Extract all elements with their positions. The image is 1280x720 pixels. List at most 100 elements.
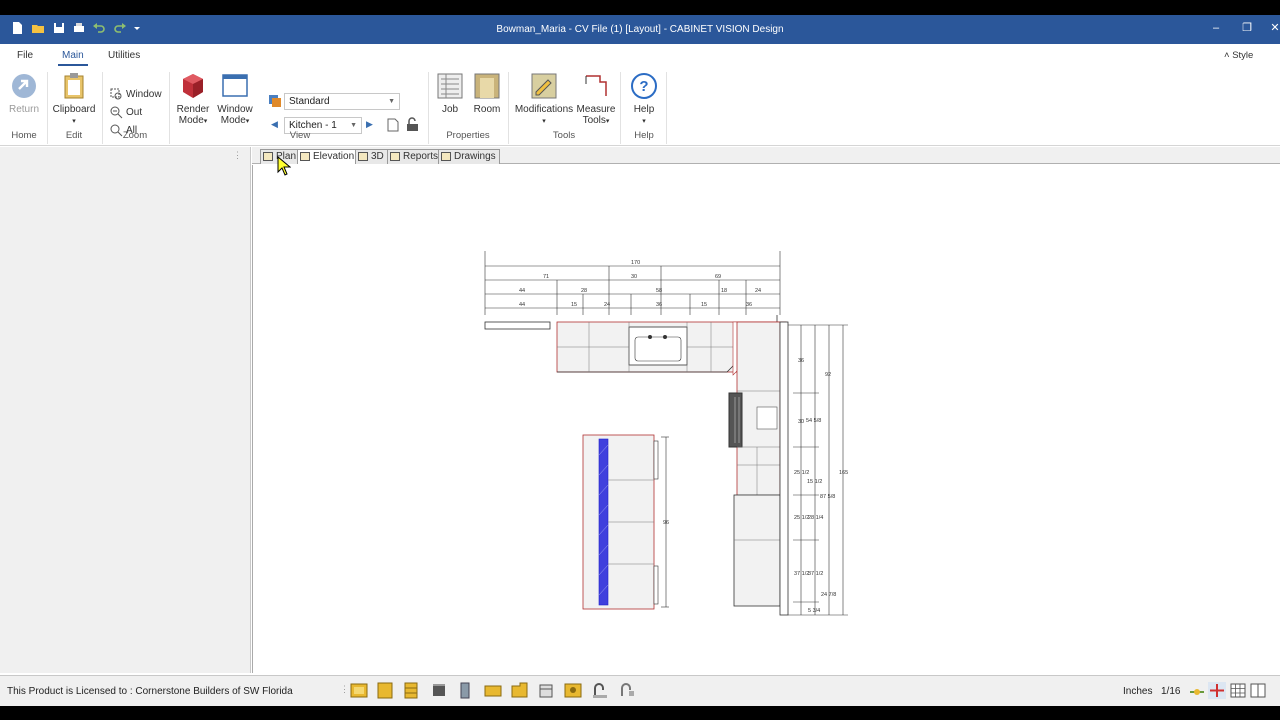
drawings-icon bbox=[441, 152, 451, 161]
chevron-down-icon: ▼ bbox=[350, 122, 357, 129]
window-mode-button[interactable]: Window Mode▾ bbox=[214, 72, 256, 127]
dim-label: 170 bbox=[631, 260, 640, 266]
return-icon bbox=[12, 74, 36, 98]
plan-icon bbox=[263, 152, 273, 161]
dim-label: 44 bbox=[519, 288, 525, 294]
tall-cabinet-icon[interactable] bbox=[402, 682, 420, 699]
sink-base-icon[interactable] bbox=[537, 682, 555, 699]
ribbon-divider bbox=[620, 72, 621, 144]
style-menu[interactable]: ˄ Style bbox=[1224, 50, 1253, 61]
accessory-icon[interactable] bbox=[564, 682, 582, 699]
cube-icon bbox=[358, 152, 368, 161]
dim-label: 87 5/8 bbox=[820, 494, 835, 500]
tab-reports[interactable]: Reports bbox=[387, 149, 443, 164]
previous-room-icon[interactable]: ◀ bbox=[271, 119, 278, 130]
refrigerator-icon[interactable] bbox=[456, 682, 474, 699]
job-label: Job bbox=[441, 104, 459, 115]
toolbar-grip-icon[interactable]: ⋮ bbox=[340, 684, 349, 695]
job-icon bbox=[437, 73, 463, 99]
render-style-select[interactable]: Standard ▼ bbox=[284, 93, 400, 110]
minimize-icon[interactable]: – bbox=[1209, 21, 1223, 35]
island-hatch bbox=[598, 438, 609, 606]
dropdown-arrow-icon: ▾ bbox=[642, 118, 646, 125]
dim-label: 92 bbox=[825, 372, 831, 378]
right-cabinet-run[interactable] bbox=[728, 321, 789, 616]
close-icon[interactable]: ✕ bbox=[1268, 21, 1280, 35]
room-properties-button[interactable]: Room bbox=[470, 72, 504, 115]
tab-reports-label: Reports bbox=[403, 151, 439, 162]
dim-label: 24 7/8 bbox=[821, 592, 836, 598]
lock-icon[interactable] bbox=[406, 117, 419, 132]
dim-label: 15 1/2 bbox=[807, 479, 822, 485]
dim-label: 18 bbox=[721, 288, 727, 294]
snap-icon[interactable] bbox=[1188, 682, 1206, 699]
corner-cabinet-icon[interactable] bbox=[510, 682, 528, 699]
render-cube-icon bbox=[183, 74, 203, 98]
zoom-out-button[interactable]: Out bbox=[110, 106, 142, 120]
drawing-canvas[interactable]: 170 71 30 69 44 28 58 18 24 44 15 24 36 … bbox=[252, 165, 1280, 673]
hardware-icon[interactable] bbox=[619, 682, 637, 699]
base-cabinet-icon[interactable] bbox=[350, 682, 368, 699]
measure-label-1: Measure bbox=[576, 104, 616, 115]
render-mode-label-2: Mode bbox=[178, 115, 204, 126]
next-room-icon[interactable]: ▶ bbox=[366, 119, 373, 130]
dim-label: 28 1/4 bbox=[808, 515, 823, 521]
tab-file[interactable]: File bbox=[17, 50, 33, 61]
dim-label: 37 1/2 bbox=[808, 571, 823, 577]
units-label[interactable]: Inches bbox=[1123, 686, 1152, 697]
tab-utilities[interactable]: Utilities bbox=[108, 50, 140, 61]
wall-cabinet-icon[interactable] bbox=[376, 682, 394, 699]
svg-text:?: ? bbox=[639, 78, 648, 95]
dim-label: 24 bbox=[604, 302, 610, 308]
mouse-cursor-icon bbox=[277, 156, 291, 176]
restore-icon[interactable]: ❐ bbox=[1240, 21, 1254, 35]
render-mode-button[interactable]: Render Mode▾ bbox=[173, 72, 213, 127]
tab-3d[interactable]: 3D bbox=[355, 149, 388, 164]
modifications-button[interactable]: Modifications ▾ bbox=[512, 72, 576, 127]
measure-icon bbox=[585, 75, 607, 96]
help-button[interactable]: ? Help ▾ bbox=[626, 72, 662, 127]
panel-grip-icon[interactable]: ⋮ bbox=[233, 150, 242, 161]
measure-tools-button[interactable]: Measure Tools▾ bbox=[576, 72, 616, 127]
island-cabinet[interactable]: 96 bbox=[582, 434, 669, 610]
window-mode-icon bbox=[222, 74, 248, 97]
dim-label: 5 3/4 bbox=[808, 608, 820, 614]
dim-label: 30 bbox=[798, 419, 804, 425]
job-properties-button[interactable]: Job bbox=[433, 72, 467, 115]
new-room-icon[interactable] bbox=[387, 118, 399, 132]
ribbon-divider bbox=[102, 72, 103, 144]
scale-label[interactable]: 1/16 bbox=[1161, 686, 1180, 697]
faucet-icon[interactable] bbox=[592, 682, 610, 699]
render-mode-label-1: Render bbox=[176, 104, 210, 115]
license-text: This Product is Licensed to : Cornerston… bbox=[7, 686, 293, 697]
crosshair-icon[interactable] bbox=[1208, 682, 1226, 699]
tab-drawings[interactable]: Drawings bbox=[438, 149, 500, 164]
ribbon-divider bbox=[428, 72, 429, 144]
clipboard-button[interactable]: Clipboard ▾ bbox=[51, 72, 97, 127]
help-label: Help bbox=[633, 104, 655, 115]
clipboard-label: Clipboard bbox=[52, 104, 96, 115]
reports-icon bbox=[390, 152, 400, 161]
return-button[interactable]: Return bbox=[6, 72, 42, 115]
zoom-window-button[interactable]: Window bbox=[110, 88, 162, 102]
zoom-out-icon bbox=[110, 106, 123, 119]
status-bar: This Product is Licensed to : Cornerston… bbox=[0, 675, 1280, 706]
chevron-up-icon: ˄ bbox=[1224, 50, 1230, 61]
group-help-label: Help bbox=[634, 130, 654, 141]
chevron-down-icon: ▼ bbox=[388, 98, 395, 105]
dropdown-arrow-icon: ▾ bbox=[542, 118, 546, 125]
dim-label: 36 bbox=[656, 302, 662, 308]
countertop-icon[interactable] bbox=[484, 682, 502, 699]
top-dimension-labels: 170 71 30 69 44 28 58 18 24 44 15 24 36 … bbox=[519, 260, 761, 308]
zoom-window-label: Window bbox=[126, 89, 162, 101]
grid-icon[interactable] bbox=[1229, 682, 1247, 699]
appliance-icon[interactable] bbox=[430, 682, 448, 699]
split-view-icon[interactable] bbox=[1249, 682, 1267, 699]
room-label: Room bbox=[473, 104, 501, 115]
modifications-icon bbox=[531, 73, 557, 99]
floor-plan-drawing[interactable]: 170 71 30 69 44 28 58 18 24 44 15 24 36 … bbox=[253, 165, 1280, 673]
tab-main[interactable]: Main bbox=[58, 50, 88, 66]
window-mode-label-2: Mode bbox=[220, 115, 246, 126]
dim-label: 44 bbox=[519, 302, 525, 308]
tab-elevation[interactable]: Elevation bbox=[297, 149, 359, 164]
